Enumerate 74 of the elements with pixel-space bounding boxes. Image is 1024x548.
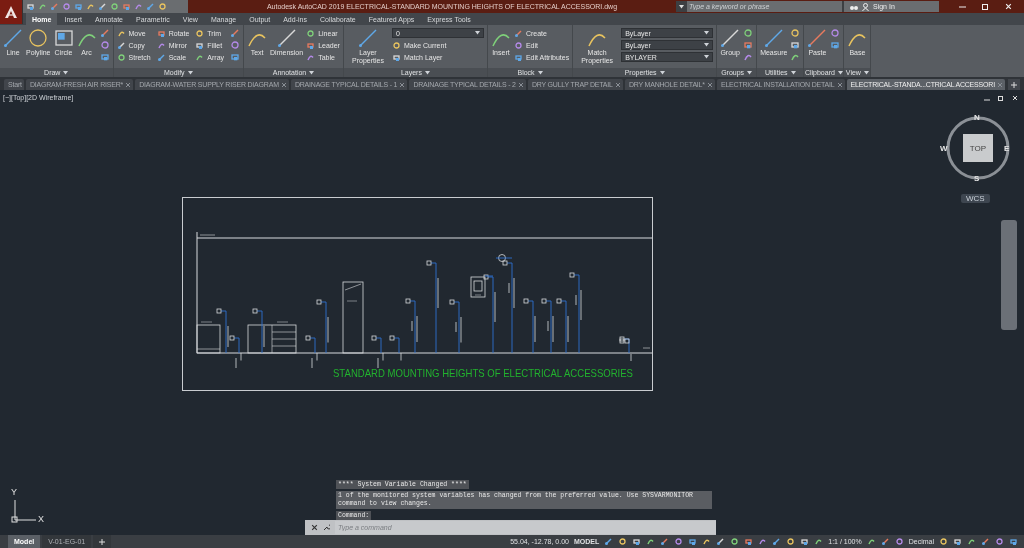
drawing-title: STANDARD MOUNTING HEIGHTS OF ELECTRICAL ACCESSORIES <box>333 367 679 379</box>
caret-icon <box>659 70 665 75</box>
status-toggle-icon[interactable] <box>866 537 876 546</box>
close-icon[interactable] <box>311 524 318 531</box>
tool-icon <box>28 28 49 48</box>
app-logo-icon <box>4 5 18 19</box>
plus-icon <box>1010 81 1017 88</box>
new-tab-button[interactable] <box>1007 79 1020 90</box>
caret-icon <box>309 70 315 75</box>
status-toggle-icon[interactable] <box>880 537 890 546</box>
add-layout-button[interactable] <box>93 535 112 548</box>
restore-icon[interactable] <box>982 3 989 10</box>
app-menu-button[interactable] <box>0 0 23 24</box>
ucs-axes-icon <box>11 499 37 523</box>
toolbar-icon[interactable] <box>146 2 155 11</box>
status-toggle-icon[interactable] <box>716 537 726 546</box>
x-axis-label: X <box>38 514 44 524</box>
caret-icon <box>679 4 684 9</box>
compass-south: S <box>974 174 980 183</box>
tool-icon[interactable] <box>790 40 801 50</box>
tool-icon <box>720 28 741 48</box>
tool-icon[interactable] <box>830 40 841 50</box>
tool-icon <box>763 28 784 48</box>
compass-ring <box>946 116 1010 180</box>
caret-icon <box>790 70 796 75</box>
caret-icon <box>63 70 69 75</box>
caret-icon <box>704 55 710 59</box>
status-toggle-icon[interactable] <box>604 537 614 546</box>
caret-icon <box>474 31 480 35</box>
tool-icon[interactable] <box>99 28 110 38</box>
caret-icon <box>747 70 753 75</box>
caret-icon <box>187 70 193 75</box>
y-axis-label: Y <box>11 487 17 497</box>
caret-icon <box>704 43 710 47</box>
tool-icon[interactable] <box>743 28 754 38</box>
status-toggle-icon[interactable] <box>772 537 782 546</box>
tool-icon <box>116 40 126 50</box>
user-icon <box>862 2 869 11</box>
tool-icon <box>116 52 126 62</box>
compass-west: W <box>940 144 948 153</box>
caret-icon <box>537 70 543 75</box>
status-toggle-icon[interactable] <box>981 537 990 546</box>
tool-icon <box>807 28 828 48</box>
tool-icon[interactable] <box>790 28 801 38</box>
tool-icon <box>513 28 523 38</box>
tool-icon <box>3 28 23 48</box>
ucs-menu[interactable]: WCS <box>961 194 990 203</box>
tool-icon[interactable] <box>230 28 241 38</box>
compass-east: E <box>1004 144 1010 153</box>
caret-icon <box>863 70 869 75</box>
tool-icon[interactable] <box>743 40 754 50</box>
status-toggle-icon[interactable] <box>894 537 904 546</box>
compass-north: N <box>974 113 980 122</box>
tool-icon[interactable] <box>99 40 110 50</box>
tool-icon <box>357 28 378 48</box>
minimize-icon[interactable] <box>959 3 966 10</box>
caret-icon <box>704 31 710 35</box>
tool-icon[interactable] <box>830 28 841 38</box>
tool-icon[interactable] <box>230 40 241 50</box>
tool-icon[interactable] <box>230 52 241 62</box>
view-cube-face[interactable]: TOP <box>963 134 993 162</box>
tool-icon <box>53 28 74 48</box>
toolbar-icon[interactable] <box>158 2 167 11</box>
status-toggle-icon[interactable] <box>660 537 670 546</box>
caret-icon <box>424 70 430 75</box>
wrench-icon[interactable] <box>323 524 330 531</box>
caret-icon <box>837 70 843 75</box>
tool-icon[interactable] <box>790 52 801 62</box>
tool-icon <box>276 28 297 48</box>
tool-icon <box>156 52 166 62</box>
tool-icon[interactable] <box>99 52 110 62</box>
tool-icon[interactable] <box>743 52 754 62</box>
plus-icon <box>99 538 106 545</box>
restore-icon[interactable] <box>998 95 1004 101</box>
